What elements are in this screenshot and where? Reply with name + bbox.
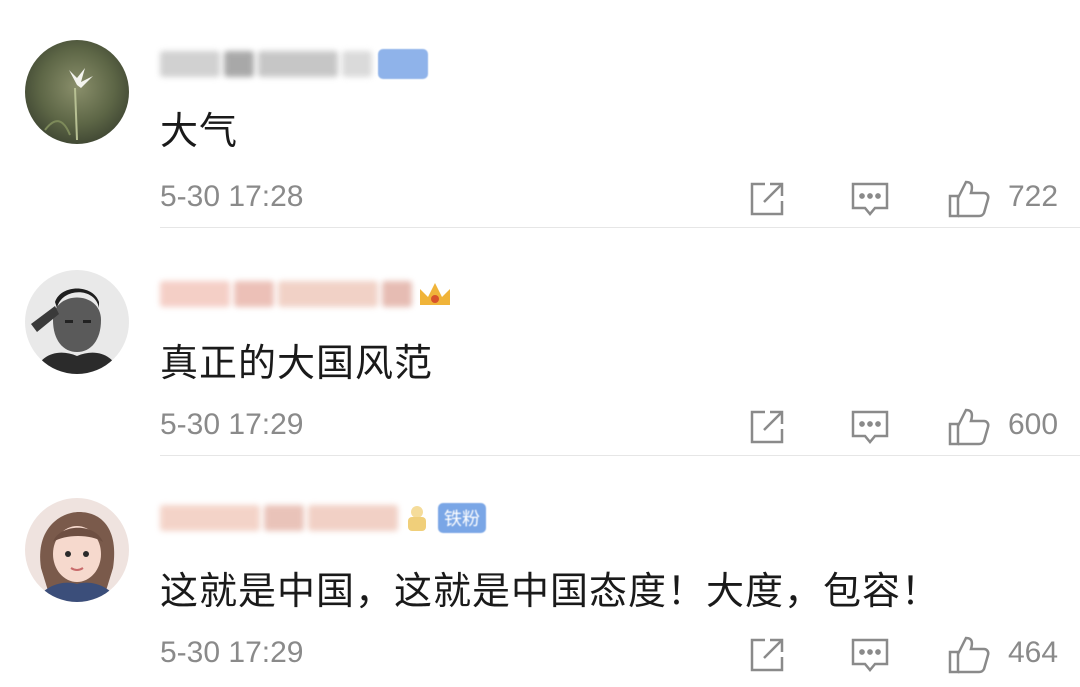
- crown-icon: [416, 279, 454, 309]
- username[interactable]: [160, 272, 454, 316]
- thumbs-up-icon[interactable]: [946, 634, 990, 676]
- vip-badge: [378, 49, 428, 79]
- crown-icon: [402, 503, 432, 533]
- username[interactable]: [160, 42, 428, 86]
- like-count: 600: [1008, 408, 1059, 441]
- vip-badge: 铁粉: [438, 503, 486, 533]
- reply-icon[interactable]: [849, 178, 891, 220]
- reply-icon[interactable]: [849, 406, 891, 448]
- avatar[interactable]: [25, 270, 129, 374]
- share-icon[interactable]: [746, 406, 788, 448]
- thumbs-up-icon[interactable]: [946, 406, 990, 448]
- username[interactable]: 铁粉: [160, 496, 486, 540]
- comment-item: 真正的大国风范 5-30 17:29 600: [0, 228, 1080, 456]
- comment-text: 这就是中国，这就是中国态度！大度，包容！: [160, 569, 941, 613]
- comment-item: 铁粉 这就是中国，这就是中国态度！大度，包容！ 5-30 17:29 464: [0, 456, 1080, 687]
- comment-text: 大气: [160, 109, 239, 153]
- thumbs-up-icon[interactable]: [946, 178, 990, 220]
- comment-item: 大气 5-30 17:28 722: [0, 0, 1080, 228]
- reply-icon[interactable]: [849, 634, 891, 676]
- comment-timestamp: 5-30 17:28: [160, 180, 304, 213]
- share-icon[interactable]: [746, 178, 788, 220]
- share-icon[interactable]: [746, 634, 788, 676]
- avatar[interactable]: [25, 498, 129, 602]
- like-count: 722: [1008, 180, 1059, 213]
- comment-list: { "comments": [ { "text": "大气", "time": …: [0, 0, 1080, 687]
- like-count: 464: [1008, 636, 1059, 669]
- comment-timestamp: 5-30 17:29: [160, 408, 304, 441]
- comment-timestamp: 5-30 17:29: [160, 636, 304, 669]
- avatar[interactable]: [25, 40, 129, 144]
- comment-text: 真正的大国风范: [160, 341, 434, 385]
